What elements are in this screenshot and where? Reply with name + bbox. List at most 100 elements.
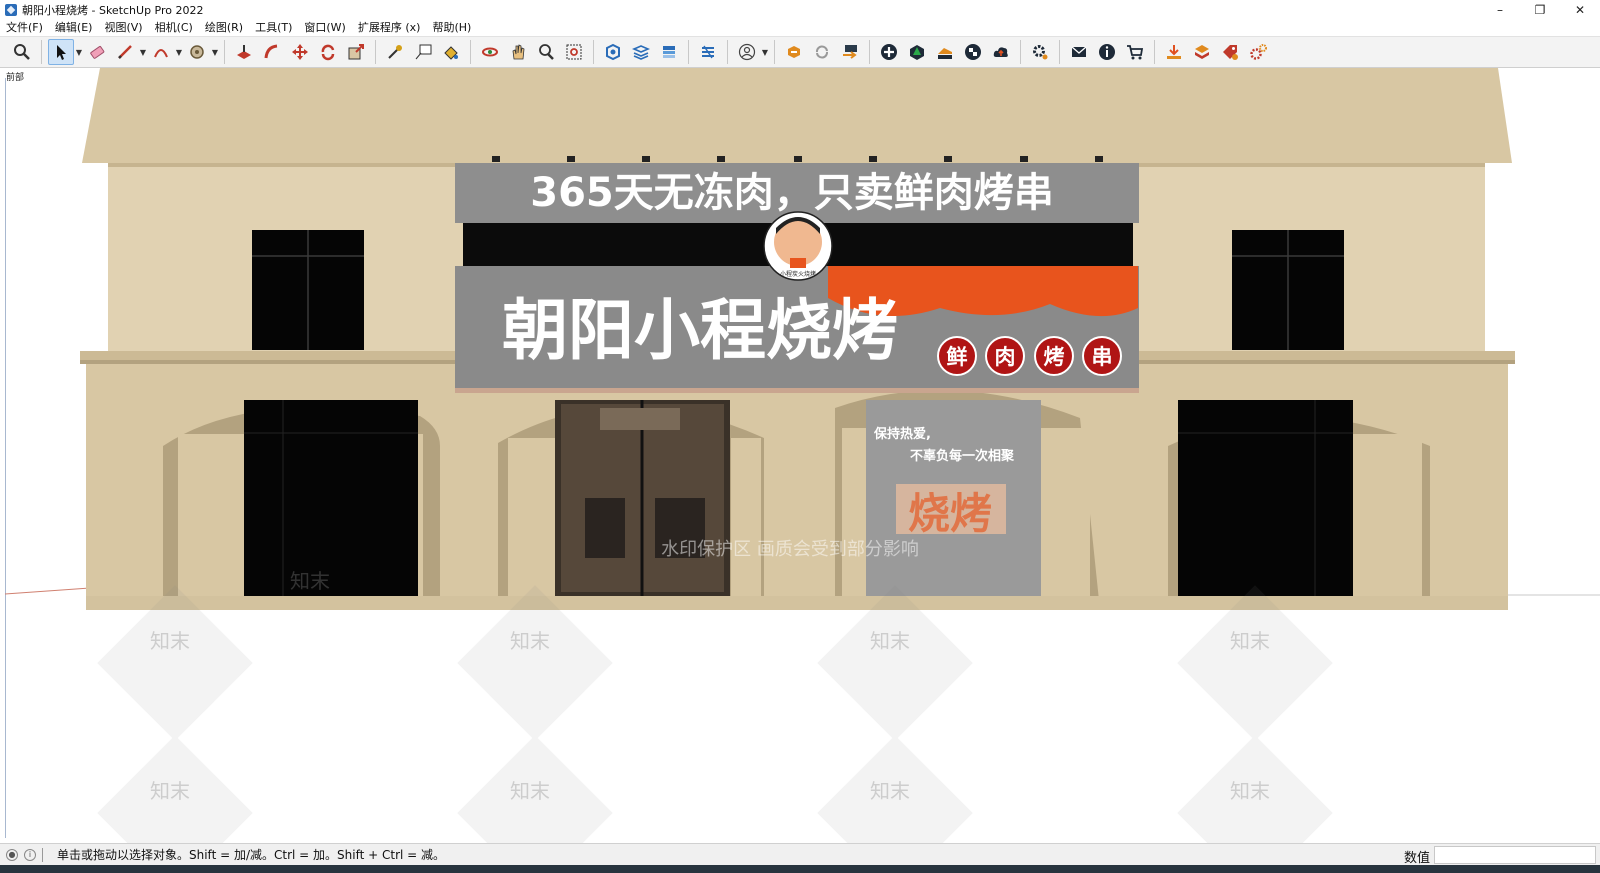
tag-char-4: 串 xyxy=(1092,345,1113,369)
account-icon[interactable] xyxy=(734,39,760,65)
menu-window[interactable]: 窗口(W) xyxy=(298,20,351,36)
plugin-download-icon[interactable] xyxy=(1161,39,1187,65)
toolbar-separator xyxy=(375,40,376,64)
add-icon[interactable] xyxy=(876,39,902,65)
toolbar-separator xyxy=(1059,40,1060,64)
sketchup-window: 朝阳小程烧烤 - SketchUp Pro 2022 – ❐ ✕ 文件(F) 编… xyxy=(0,0,1600,873)
svg-text:知末: 知末 xyxy=(870,629,910,653)
tag-char-3: 烤 xyxy=(1044,345,1065,369)
cart-icon[interactable] xyxy=(1122,39,1148,65)
toolbar-separator xyxy=(688,40,689,64)
poster-bbq-title: 烧烤 xyxy=(908,489,992,538)
push-pull-icon[interactable] xyxy=(231,39,257,65)
cloud-upload-icon[interactable] xyxy=(988,39,1014,65)
component-icon[interactable] xyxy=(600,39,626,65)
taskbar-strip xyxy=(0,865,1600,873)
geo-location-icon[interactable]: ● xyxy=(6,848,18,861)
sketchup-app-icon xyxy=(5,4,17,16)
text-icon[interactable] xyxy=(410,39,436,65)
follow-me-icon[interactable] xyxy=(259,39,285,65)
toolbar-separator xyxy=(41,40,42,64)
svg-text:知末: 知末 xyxy=(150,779,190,803)
tree-icon[interactable] xyxy=(904,39,930,65)
menu-tools[interactable]: 工具(T) xyxy=(249,20,298,36)
circle-shape-icon[interactable] xyxy=(184,39,210,65)
status-bar: ● i 单击或拖动以选择对象。Shift = 加/减。Ctrl = 加。Shif… xyxy=(0,843,1600,866)
select-dropdown-icon[interactable]: ▼ xyxy=(75,39,83,65)
measurements-input[interactable] xyxy=(1434,846,1596,864)
move-icon[interactable] xyxy=(287,39,313,65)
roof xyxy=(82,68,1512,163)
red-axis-line xyxy=(4,587,91,595)
info-icon[interactable] xyxy=(1094,39,1120,65)
minimize-button[interactable]: – xyxy=(1480,0,1520,20)
status-message: 单击或拖动以选择对象。Shift = 加/减。Ctrl = 加。Shift + … xyxy=(57,848,446,862)
mail-icon[interactable] xyxy=(1066,39,1092,65)
toolbar-separator xyxy=(470,40,471,64)
menu-help[interactable]: 帮助(H) xyxy=(426,20,477,36)
arc-icon[interactable] xyxy=(148,39,174,65)
mascot-avatar-logo: 小程炭火烧烤 xyxy=(763,211,833,281)
rotate-icon[interactable] xyxy=(315,39,341,65)
extension-warehouse-icon[interactable] xyxy=(781,39,807,65)
paint-icon[interactable] xyxy=(438,39,464,65)
line-dropdown-icon[interactable]: ▼ xyxy=(139,39,147,65)
menu-file[interactable]: 文件(F) xyxy=(0,20,49,36)
title-bar: 朝阳小程烧烤 - SketchUp Pro 2022 – ❐ ✕ xyxy=(0,0,1600,20)
arch-door xyxy=(498,400,764,610)
plugin-box-icon[interactable] xyxy=(1189,39,1215,65)
eraser-icon[interactable] xyxy=(84,39,110,65)
svg-text:知末: 知末 xyxy=(1230,629,1270,653)
toolbar-separator xyxy=(1020,40,1021,64)
svg-text:知末: 知末 xyxy=(510,779,550,803)
orbit-icon[interactable] xyxy=(477,39,503,65)
arc-dropdown-icon[interactable]: ▼ xyxy=(175,39,183,65)
upper-window-right xyxy=(1232,230,1344,350)
tape-measure-icon[interactable] xyxy=(382,39,408,65)
menu-edit[interactable]: 编辑(E) xyxy=(49,20,99,36)
menu-camera[interactable]: 相机(C) xyxy=(149,20,199,36)
menu-extensions[interactable]: 扩展程序 (x) xyxy=(352,20,427,36)
measurements-label: 数值 xyxy=(1403,851,1430,866)
toolbar-separator xyxy=(774,40,775,64)
shape-dropdown-icon[interactable]: ▼ xyxy=(211,39,219,65)
close-button[interactable]: ✕ xyxy=(1560,0,1600,20)
model-viewport[interactable]: 前部 小程炭火烧烤 365天无冻肉，只卖鲜肉烤串 朝阳小程烧烤 鲜 肉 烤 串 … xyxy=(0,68,1600,843)
tag-char-2: 肉 xyxy=(995,345,1016,369)
layers-icon[interactable] xyxy=(628,39,654,65)
shop-name-sign: 朝阳小程烧烤 xyxy=(502,292,898,369)
plugin-tag-icon[interactable] xyxy=(1217,39,1243,65)
watermark-notice: 水印保护区 画质会受到部分影响 xyxy=(661,539,919,560)
terrain-icon[interactable] xyxy=(932,39,958,65)
checker-icon[interactable] xyxy=(960,39,986,65)
toolbar-separator xyxy=(1154,40,1155,64)
window-title: 朝阳小程烧烤 - SketchUp Pro 2022 xyxy=(22,4,204,17)
poster-slogan-line2: 不辜负每一次相聚 xyxy=(910,448,1015,464)
menu-view[interactable]: 视图(V) xyxy=(98,20,148,36)
toolbar-separator xyxy=(727,40,728,64)
zoom-icon[interactable] xyxy=(533,39,559,65)
select-icon[interactable] xyxy=(48,39,74,65)
scale-icon[interactable] xyxy=(343,39,369,65)
status-divider xyxy=(42,847,43,862)
export-icon[interactable] xyxy=(837,39,863,65)
pan-icon[interactable] xyxy=(505,39,531,65)
restore-button[interactable]: ❐ xyxy=(1520,0,1560,20)
main-toolbar: ▼ ▼ ▼ ▼ ▼ xyxy=(0,36,1600,68)
svg-text:知末: 知末 xyxy=(870,779,910,803)
menu-draw[interactable]: 绘图(R) xyxy=(199,20,249,36)
toolbar-separator xyxy=(224,40,225,64)
zoom-window-icon[interactable] xyxy=(561,39,587,65)
info-credits-icon[interactable]: i xyxy=(24,848,36,861)
watermark-layer xyxy=(97,585,1333,843)
zoom-extents-icon[interactable] xyxy=(9,39,35,65)
tag-char-1: 鲜 xyxy=(947,345,968,369)
scenes-icon[interactable] xyxy=(695,39,721,65)
styles-icon[interactable] xyxy=(656,39,682,65)
line-pencil-icon[interactable] xyxy=(112,39,138,65)
plugin-gear-icon[interactable] xyxy=(1245,39,1271,65)
sync-icon[interactable] xyxy=(809,39,835,65)
svg-text:知末: 知末 xyxy=(1230,779,1270,803)
settings-gear-icon[interactable] xyxy=(1027,39,1053,65)
account-dropdown-icon[interactable]: ▼ xyxy=(761,39,769,65)
